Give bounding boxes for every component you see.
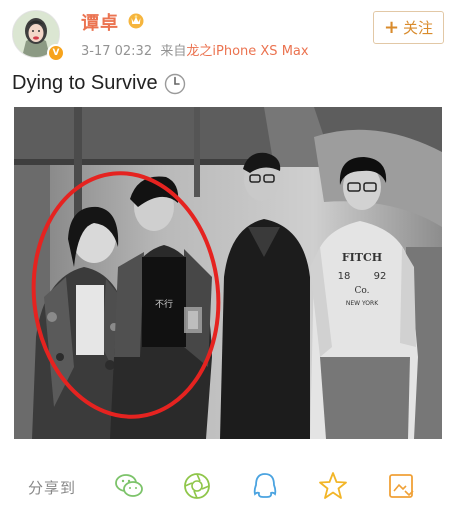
qq-icon[interactable] bbox=[249, 470, 281, 502]
wechat-icon[interactable] bbox=[113, 470, 145, 502]
shirt-bottom: NEW YORK bbox=[346, 300, 379, 307]
follow-label: 关注 bbox=[403, 19, 434, 37]
clock-icon bbox=[164, 73, 185, 94]
shirt-co: Co. bbox=[354, 286, 369, 296]
shirt-numbers-right: 92 bbox=[374, 271, 387, 282]
share-bar: 分享到 bbox=[0, 460, 455, 510]
plus-icon: + bbox=[383, 16, 400, 38]
shirt-text: FITCH bbox=[342, 251, 382, 264]
save-icon[interactable] bbox=[385, 470, 417, 502]
follow-button[interactable]: + 关注 bbox=[373, 11, 444, 44]
post-source[interactable]: 龙之iPhone XS Max bbox=[186, 44, 308, 59]
tee-text: 不行 bbox=[155, 298, 173, 310]
share-label: 分享到 bbox=[28, 479, 77, 497]
username[interactable]: 谭卓 bbox=[81, 9, 119, 35]
moments-icon[interactable] bbox=[181, 470, 213, 502]
post-header: V 谭卓 3-17 02:32 来自龙之iPhone XS Max + 关注 bbox=[0, 0, 455, 66]
post-content: Dying to Survive bbox=[12, 72, 186, 95]
post-text: Dying to Survive bbox=[12, 72, 158, 94]
verified-badge-icon: V bbox=[47, 44, 65, 62]
timestamp: 3-17 02:32 bbox=[81, 44, 153, 59]
post-meta: 3-17 02:32 来自龙之iPhone XS Max bbox=[81, 40, 309, 59]
crown-icon bbox=[128, 13, 144, 29]
post-photo[interactable]: 不行 FITCH 18 92 Co. NEW YORK bbox=[14, 107, 442, 439]
qzone-icon[interactable] bbox=[317, 470, 349, 502]
shirt-numbers-left: 18 bbox=[338, 271, 351, 282]
source-prefix: 来自 bbox=[160, 44, 187, 59]
